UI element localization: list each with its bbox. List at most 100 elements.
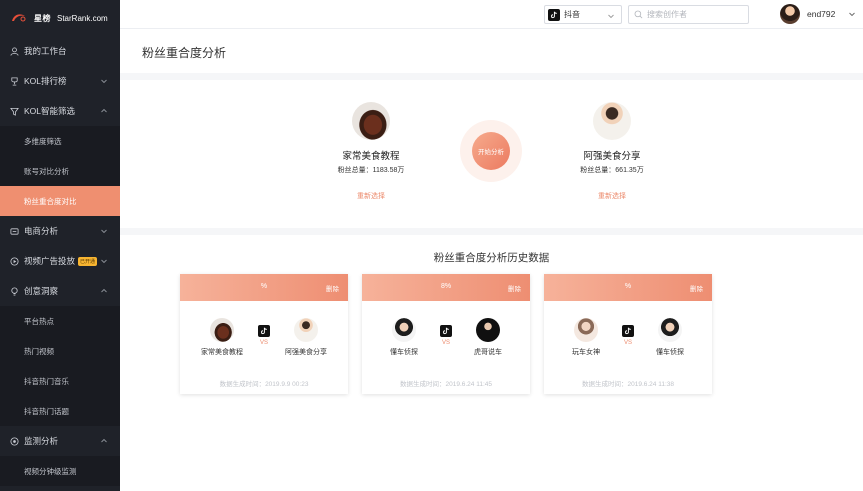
sidebar-subitem-fans-overlap[interactable]: 粉丝重合度对比	[0, 186, 120, 216]
sidebar-item-monitor[interactable]: 监测分析	[0, 426, 120, 456]
mini-name: 家常美食教程	[201, 349, 243, 356]
monitor-icon	[9, 436, 19, 446]
sidebar-item-label: 视频广告投放	[24, 256, 76, 266]
card-timestamp: 数据生成时间：2019.6.24 11:45	[399, 381, 492, 388]
mini-avatar	[476, 318, 500, 342]
history-card[interactable]: 8% 删除 懂车侦探 VS 虎哥说车 数据生成时间：2019.6.24 11:4…	[362, 274, 530, 394]
card-body: 懂车侦探 VS 虎哥说车 数据生成时间：2019.6.24 11:45	[362, 301, 530, 394]
chevron-up-icon	[101, 288, 107, 293]
card-header: % 删除	[180, 274, 348, 301]
mini-kol-right: 虎哥说车	[456, 318, 520, 357]
sidebar-subitem-hot-music[interactable]: 抖音热门音乐	[0, 366, 120, 396]
douyin-icon	[258, 325, 270, 337]
vs-text: VS	[259, 340, 268, 346]
search-icon	[634, 10, 643, 19]
sidebar-subitem-account-compare[interactable]: 账号对比分析	[0, 156, 120, 186]
page-title-bar: 粉丝重合度分析	[120, 29, 863, 73]
sidebar-subitem-minute-monitor[interactable]: 视频分钟级监测	[0, 456, 120, 486]
card-header: % 删除	[544, 274, 712, 301]
card-body: 家常美食教程 VS 阿强美食分享 数据生成时间：2019.9.9 00:23	[180, 301, 348, 394]
kol-avatar	[593, 102, 631, 140]
vs-text: VS	[623, 340, 632, 346]
delete-button[interactable]: 删除	[690, 283, 703, 293]
mini-kol-right: 阿强美食分享	[274, 318, 338, 357]
start-analysis-button[interactable]: 开始分析	[472, 132, 510, 170]
filter-icon	[9, 106, 19, 116]
sidebar-subitem-hot-hashtags[interactable]: 抖音热门话题	[0, 396, 120, 426]
sidebar-item-kol-ranking[interactable]: KOL排行榜	[0, 66, 120, 96]
top-header: 抖音 end792	[120, 0, 863, 29]
username[interactable]: end792	[807, 9, 835, 19]
sidebar-item-label: KOL智能筛选	[24, 106, 76, 116]
card-timestamp: 数据生成时间：2019.9.9 00:23	[219, 381, 309, 388]
kol-name: 家常美食教程	[342, 151, 400, 162]
sidebar: 星榜 StarRank.com 我的工作台 KOL排行榜 KOL智能筛选 多维度…	[0, 0, 120, 491]
mini-avatar	[574, 318, 598, 342]
logo[interactable]: 星榜 StarRank.com	[0, 0, 120, 36]
delete-button[interactable]: 删除	[326, 283, 339, 293]
mini-name: 懂车侦探	[656, 349, 684, 356]
bulb-icon	[9, 286, 19, 296]
history-card[interactable]: % 删除 家常美食教程 VS 阿强美食分享 数据生成时间：2019.9.9 00…	[180, 274, 348, 394]
mini-name: 虎哥说车	[474, 349, 502, 356]
mini-name: 懂车侦探	[390, 349, 418, 356]
sidebar-item-workbench[interactable]: 我的工作台	[0, 36, 120, 66]
video-icon	[9, 256, 19, 266]
chevron-down-icon	[101, 79, 107, 84]
sidebar-item-creative[interactable]: 创意洞察	[0, 276, 120, 306]
mini-avatar	[294, 318, 318, 342]
compare-panel: 家常美食教程 粉丝总量：1183.58万 重新选择 开始分析 阿强美食分享 粉丝…	[120, 80, 863, 228]
sidebar-item-ecommerce[interactable]: 电商分析	[0, 216, 120, 246]
trophy-icon	[9, 76, 19, 86]
douyin-icon	[622, 325, 634, 337]
cart-icon	[9, 226, 19, 236]
history-card[interactable]: % 删除 玩车女神 VS 懂车侦探 数据生成时间：2019.6.24 11:38	[544, 274, 712, 394]
delete-button[interactable]: 删除	[508, 283, 521, 293]
reselect-button[interactable]: 重新选择	[552, 191, 672, 201]
history-title: 粉丝重合度分析历史数据	[433, 252, 550, 264]
sidebar-subitem-hot-videos[interactable]: 热门视频	[0, 336, 120, 366]
kol-left: 家常美食教程 粉丝总量：1183.58万 重新选择	[311, 102, 431, 201]
overlap-percent: %	[260, 283, 268, 290]
avatar[interactable]	[780, 4, 800, 24]
platform-select[interactable]: 抖音	[544, 5, 622, 24]
mini-kol-left: 玩车女神	[554, 318, 618, 357]
kol-fans: 粉丝总量：661.35万	[580, 167, 644, 174]
mini-avatar	[210, 318, 234, 342]
chevron-down-icon[interactable]	[848, 10, 856, 18]
sidebar-item-video-ads[interactable]: 视频广告投放 已开通	[0, 246, 120, 276]
vs-indicator: VS	[257, 325, 271, 346]
sidebar-item-label: 创意洞察	[24, 286, 59, 296]
kol-right: 阿强美食分享 粉丝总量：661.35万 重新选择	[552, 102, 672, 201]
vs-text: VS	[441, 340, 450, 346]
kol-avatar	[352, 102, 390, 140]
brand-site: StarRank.com	[57, 13, 108, 23]
vs-indicator: VS	[439, 325, 453, 346]
sidebar-subitem-hot-topics[interactable]: 平台热点	[0, 306, 120, 336]
start-analysis-ring: 开始分析	[460, 120, 522, 182]
page-title: 粉丝重合度分析	[142, 46, 227, 60]
chevron-up-icon	[101, 108, 107, 113]
brand-name: 星榜	[34, 13, 51, 23]
sidebar-subitem-multi-filter[interactable]: 多维度筛选	[0, 126, 120, 156]
vs-indicator: VS	[621, 325, 635, 346]
card-body: 玩车女神 VS 懂车侦探 数据生成时间：2019.6.24 11:38	[544, 301, 712, 394]
reselect-button[interactable]: 重新选择	[311, 191, 431, 201]
mini-name: 玩车女神	[572, 349, 600, 356]
mini-avatar	[658, 318, 682, 342]
search-input[interactable]	[647, 10, 742, 19]
mini-avatar	[392, 318, 416, 342]
kol-fans: 粉丝总量：1183.58万	[337, 167, 405, 174]
chevron-up-icon	[101, 438, 107, 443]
overlap-percent: %	[624, 283, 632, 290]
douyin-icon	[548, 8, 560, 21]
sidebar-item-kol-filter[interactable]: KOL智能筛选	[0, 96, 120, 126]
search-box[interactable]	[628, 5, 749, 24]
user-icon	[9, 46, 19, 56]
chevron-down-icon	[101, 259, 107, 264]
mini-name: 阿强美食分享	[285, 349, 327, 356]
mini-kol-left: 家常美食教程	[190, 318, 254, 357]
history-panel: 粉丝重合度分析历史数据 % 删除 家常美食教程 VS 阿强美食分享 数据生成时间…	[120, 235, 863, 491]
sidebar-item-label: 电商分析	[24, 226, 59, 236]
sidebar-item-label: KOL排行榜	[24, 76, 67, 86]
